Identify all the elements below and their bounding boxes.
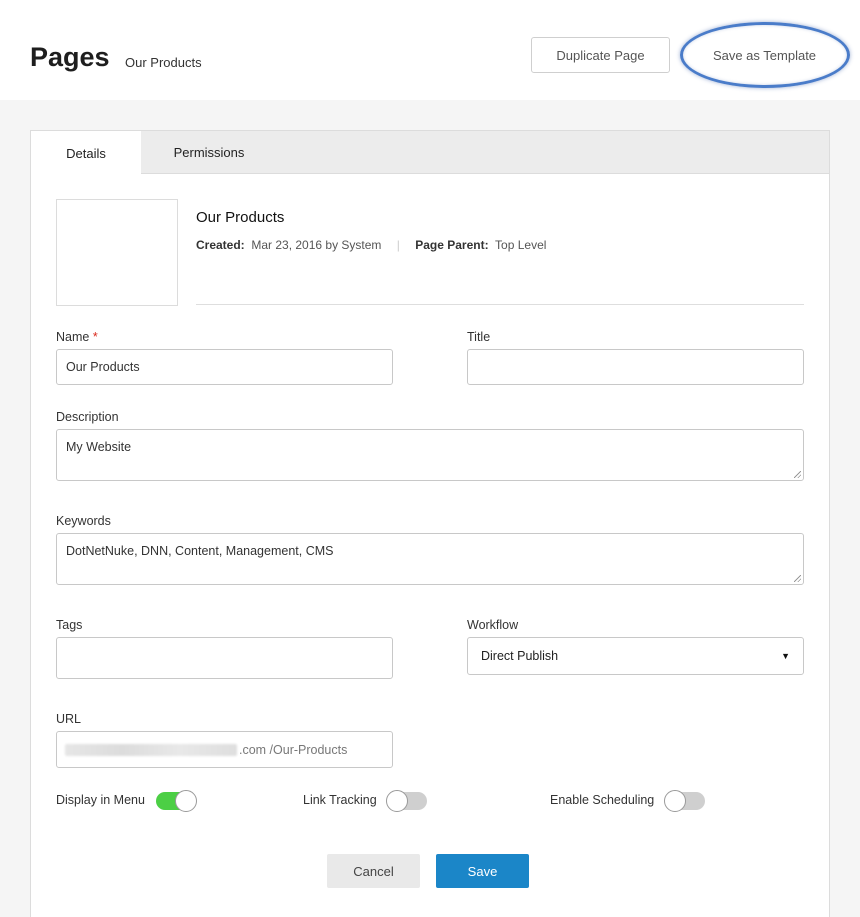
url-path: .com /Our-Products [239, 742, 348, 757]
title-label: Title [467, 330, 491, 344]
resize-grip-icon[interactable] [794, 471, 801, 478]
page-thumbnail [56, 199, 178, 306]
meta-divider: | [396, 238, 400, 252]
enable-scheduling-toggle[interactable] [664, 790, 705, 812]
description-value: My Website [66, 440, 132, 454]
created-label: Created: [196, 238, 245, 252]
toggle-knob [175, 790, 197, 812]
page-title: Pages [30, 42, 110, 72]
workflow-value: Direct Publish [481, 649, 559, 663]
keywords-value: DotNetNuke, DNN, Content, Management, CM… [66, 544, 334, 558]
name-label: Name * [56, 330, 98, 344]
name-label-text: Name [56, 330, 90, 344]
parent-label: Page Parent: [415, 238, 489, 252]
required-mark: * [92, 330, 98, 344]
caret-down-icon: ▼ [781, 651, 790, 661]
cancel-button[interactable]: Cancel [327, 854, 420, 888]
page-header: Pages Our Products Duplicate Page Save a… [0, 0, 860, 100]
url-domain-redacted [65, 743, 237, 756]
display-in-menu-toggle[interactable] [156, 790, 197, 812]
workflow-select[interactable]: Direct Publish ▼ [467, 637, 804, 675]
tab-details[interactable]: Details [31, 131, 141, 175]
page-subtitle: Our Products [125, 55, 202, 70]
title-input[interactable] [467, 349, 804, 385]
link-tracking-toggle[interactable] [386, 790, 427, 812]
tags-label: Tags [56, 618, 83, 632]
page-details-panel: Details Permissions Our Products Created… [30, 130, 830, 917]
parent-value: Top Level [495, 238, 547, 252]
link-tracking-label: Link Tracking [303, 793, 377, 807]
description-label: Description [56, 410, 119, 424]
page-info-title: Our Products [196, 209, 285, 226]
info-divider [196, 304, 804, 305]
created-value: Mar 23, 2016 by System [251, 238, 382, 252]
keywords-label: Keywords [56, 514, 111, 528]
tab-permissions[interactable]: Permissions [141, 131, 277, 174]
toggle-knob [386, 790, 408, 812]
keywords-textarea[interactable]: DotNetNuke, DNN, Content, Management, CM… [56, 533, 804, 585]
save-as-template-button[interactable]: Save as Template [692, 37, 837, 73]
tags-input[interactable] [56, 637, 393, 679]
url-label: URL [56, 712, 82, 726]
name-input[interactable]: Our Products [56, 349, 393, 385]
resize-grip-icon[interactable] [794, 575, 801, 582]
workflow-label: Workflow [467, 618, 519, 632]
description-textarea[interactable]: My Website [56, 429, 804, 481]
save-button[interactable]: Save [436, 854, 529, 888]
duplicate-page-button[interactable]: Duplicate Page [531, 37, 670, 73]
toggle-knob [664, 790, 686, 812]
url-input[interactable]: .com /Our-Products [56, 731, 393, 768]
display-in-menu-label: Display in Menu [56, 793, 145, 807]
enable-scheduling-label: Enable Scheduling [550, 793, 655, 807]
page-info-meta: Created: Mar 23, 2016 by System | Page P… [196, 238, 546, 252]
tab-bar: Details Permissions [31, 131, 829, 175]
